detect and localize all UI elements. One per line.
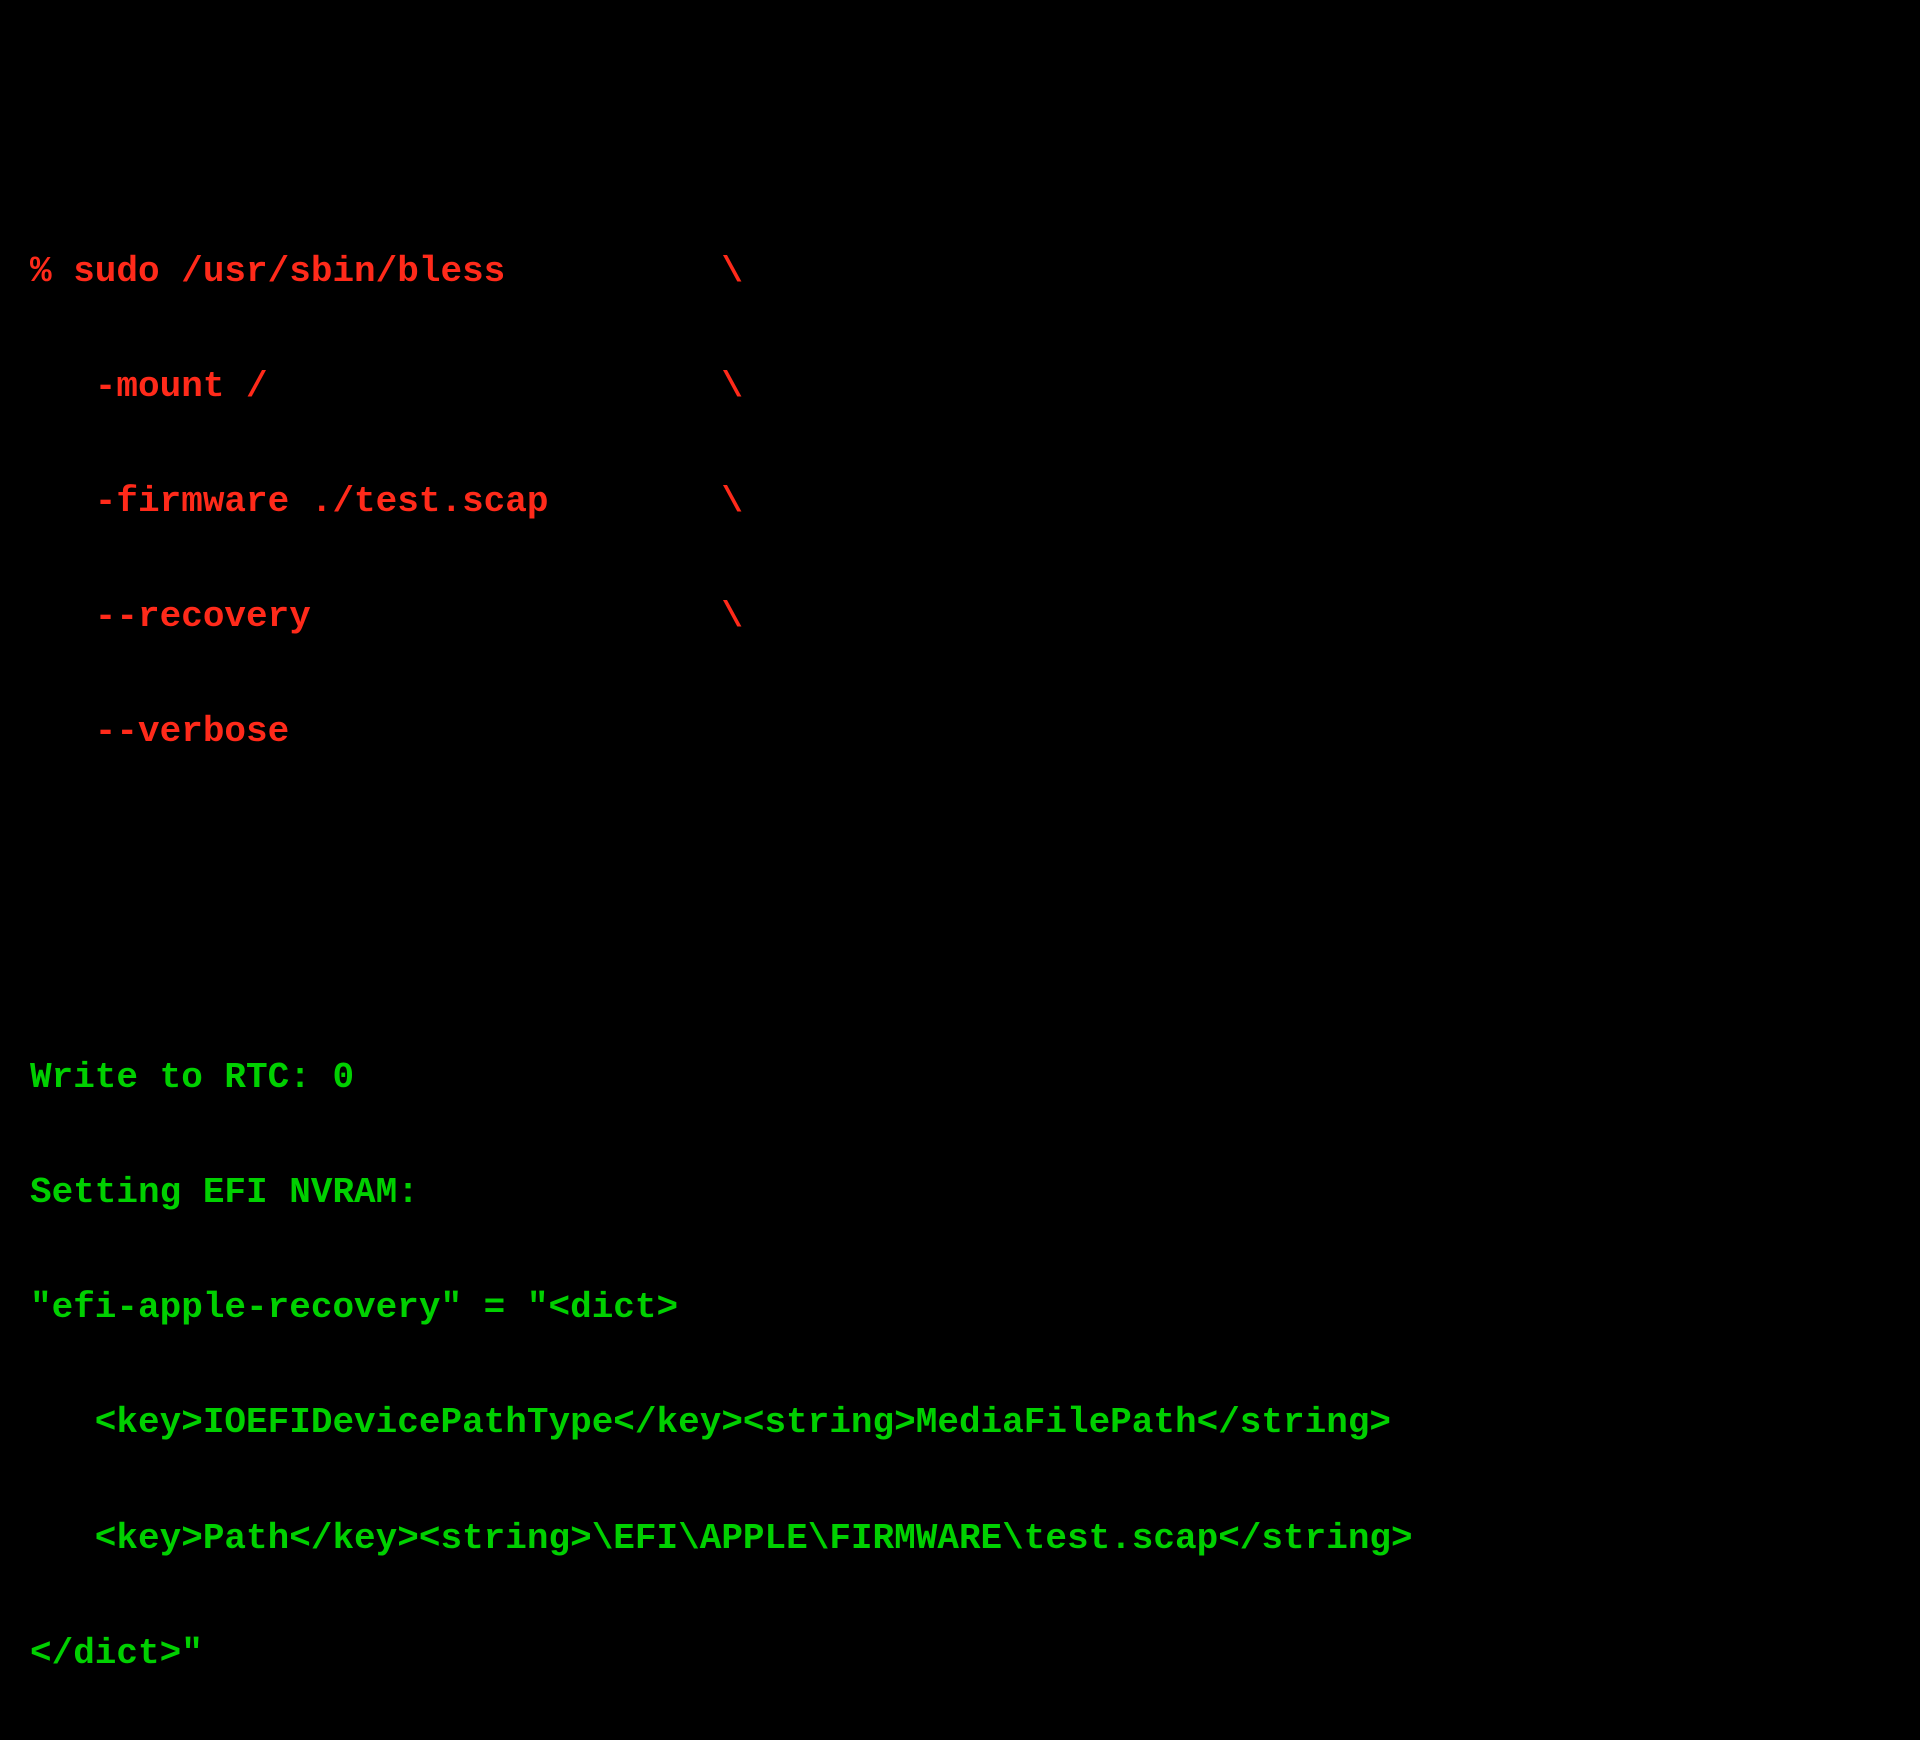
command-line-3: -firmware ./test.scap \ <box>30 473 1920 531</box>
output-line-3: "efi-apple-recovery" = "<dict> <box>30 1279 1920 1337</box>
command-line-1: % sudo /usr/sbin/bless \ <box>30 243 1920 301</box>
output-line-1: Write to RTC: 0 <box>30 1049 1920 1107</box>
command-line-4: --recovery \ <box>30 588 1920 646</box>
terminal-output: % sudo /usr/sbin/bless \ -mount / \ -fir… <box>30 185 1920 1740</box>
output-line-6: </dict>" <box>30 1625 1920 1683</box>
output-line-5: <key>Path</key><string>\EFI\APPLE\FIRMWA… <box>30 1510 1920 1568</box>
output-line-4: <key>IOEFIDevicePathType</key><string>Me… <box>30 1394 1920 1452</box>
command-line-5: --verbose <box>30 703 1920 761</box>
output-line-2: Setting EFI NVRAM: <box>30 1164 1920 1222</box>
command-line-2: -mount / \ <box>30 358 1920 416</box>
